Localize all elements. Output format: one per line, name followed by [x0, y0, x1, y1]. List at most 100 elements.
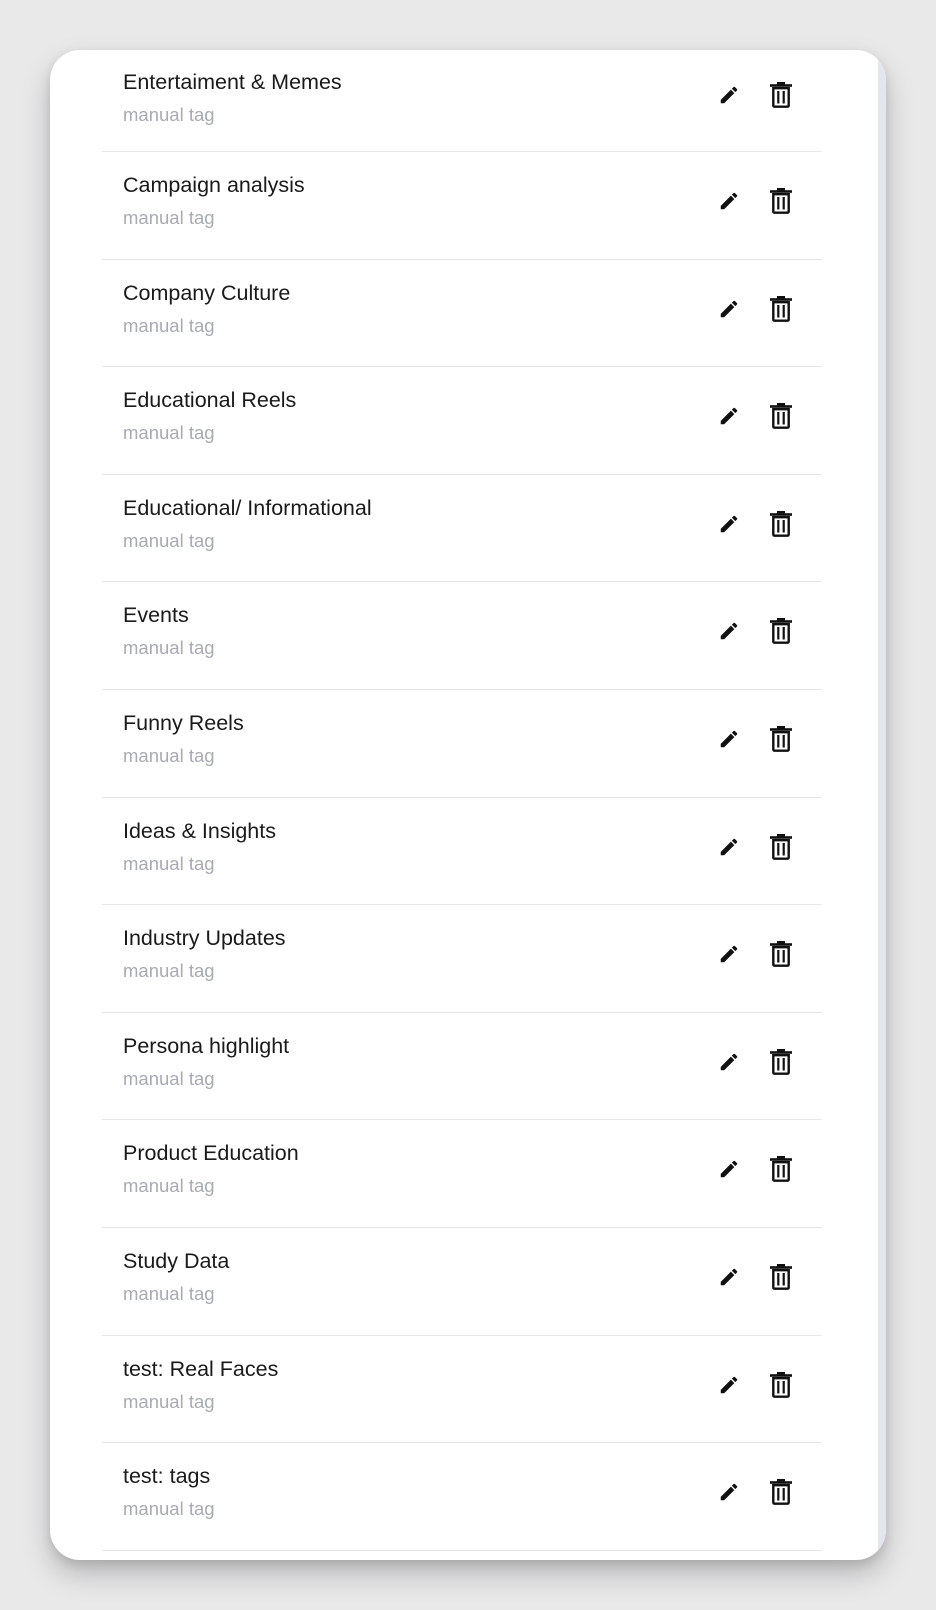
- delete-tag-button[interactable]: [764, 399, 798, 433]
- pencil-icon: [720, 300, 738, 317]
- trash-icon: [770, 1048, 792, 1075]
- tag-row: test: tags manual tag: [102, 1443, 822, 1551]
- pencil-icon: [720, 1268, 738, 1286]
- tag-type-label: manual tag: [123, 104, 215, 125]
- trash-icon: [770, 510, 792, 537]
- tag-actions: [712, 830, 798, 864]
- edit-tag-button[interactable]: [712, 937, 746, 971]
- trash-icon: [770, 1156, 792, 1183]
- tag-actions: [712, 1152, 798, 1186]
- tag-text: Study Data manual tag: [123, 1248, 229, 1305]
- trash-icon: [770, 403, 792, 430]
- tag-row: Study Data manual tag: [102, 1228, 822, 1336]
- delete-tag-button[interactable]: [764, 614, 798, 648]
- tag-actions: [712, 1260, 798, 1294]
- edit-tag-button[interactable]: [712, 78, 746, 112]
- tag-actions: [712, 1045, 798, 1079]
- edit-tag-button[interactable]: [712, 184, 746, 218]
- tag-type-label: manual tag: [123, 529, 215, 551]
- trash-icon: [770, 188, 792, 214]
- tag-name: Educational/ Informational: [123, 495, 372, 520]
- tag-row: Educational/ Informational manual tag: [102, 475, 822, 583]
- tag-actions: [712, 1368, 798, 1402]
- tag-text: Educational/ Informational manual tag: [123, 495, 372, 552]
- pencil-icon: [720, 730, 738, 748]
- tag-text: Ideas & Insights manual tag: [123, 818, 276, 875]
- delete-tag-button[interactable]: [764, 1152, 798, 1186]
- delete-tag-button[interactable]: [764, 1260, 798, 1294]
- edit-tag-button[interactable]: [712, 292, 746, 326]
- tag-actions: [712, 1475, 798, 1509]
- edit-tag-button[interactable]: [712, 614, 746, 648]
- pencil-icon: [720, 1376, 738, 1393]
- tag-name: Product Education: [123, 1141, 299, 1166]
- tag-type-label: manual tag: [123, 637, 215, 659]
- tag-actions: [712, 937, 798, 971]
- trash-icon: [770, 618, 792, 645]
- tag-row: Industry Updates manual tag: [102, 905, 822, 1013]
- edit-tag-button[interactable]: [712, 830, 746, 864]
- tag-text: Entertaiment & Memes manual tag: [123, 69, 342, 126]
- tag-type-label: manual tag: [123, 1067, 215, 1089]
- tag-name: Entertaiment & Memes: [123, 70, 342, 94]
- edit-tag-button[interactable]: [712, 1152, 746, 1186]
- tag-type-label: manual tag: [123, 1175, 215, 1197]
- trash-icon: [770, 1263, 792, 1290]
- edit-tag-button[interactable]: [712, 1368, 746, 1402]
- edit-tag-button[interactable]: [712, 1260, 746, 1294]
- tag-name: test: tags: [123, 1464, 211, 1489]
- tag-text: test: Real Faces manual tag: [123, 1356, 278, 1413]
- tag-name: Funny Reels: [123, 710, 244, 735]
- delete-tag-button[interactable]: [764, 937, 798, 971]
- edit-tag-button[interactable]: [712, 399, 746, 433]
- edit-tag-button[interactable]: [712, 722, 746, 756]
- tag-name: Company Culture: [123, 280, 291, 305]
- tag-text: Funny Reels manual tag: [123, 710, 244, 767]
- tag-text: Campaign analysis manual tag: [123, 172, 305, 229]
- delete-tag-button[interactable]: [764, 507, 798, 541]
- tag-actions: [712, 399, 798, 433]
- edit-tag-button[interactable]: [712, 1475, 746, 1509]
- tag-type-label: manual tag: [123, 1390, 215, 1412]
- tag-text: Events manual tag: [123, 602, 215, 659]
- edit-tag-button[interactable]: [712, 1045, 746, 1079]
- tag-name: test: Real Faces: [123, 1356, 279, 1381]
- delete-tag-button[interactable]: [764, 722, 798, 756]
- edit-tag-button[interactable]: [712, 507, 746, 541]
- delete-tag-button[interactable]: [764, 830, 798, 864]
- delete-tag-button[interactable]: [764, 1475, 798, 1509]
- trash-icon: [770, 941, 792, 968]
- tag-row: test: Real Faces manual tag: [102, 1336, 822, 1444]
- tag-actions: [712, 78, 798, 112]
- delete-tag-button[interactable]: [764, 184, 798, 218]
- tag-type-label: manual tag: [123, 744, 215, 766]
- pencil-icon: [720, 1053, 738, 1070]
- tag-list-card: Entertaiment & Memes manual tag Campaign…: [50, 50, 886, 1560]
- pencil-icon: [720, 1483, 738, 1501]
- tag-actions: [712, 507, 798, 541]
- trash-icon: [770, 833, 792, 860]
- delete-tag-button[interactable]: [764, 1368, 798, 1402]
- trash-icon: [770, 725, 792, 752]
- delete-tag-button[interactable]: [764, 292, 798, 326]
- trash-icon: [770, 82, 792, 108]
- tag-row: Product Education manual tag: [102, 1120, 822, 1228]
- tag-list: Entertaiment & Memes manual tag Campaign…: [102, 50, 822, 1551]
- tag-row: Company Culture manual tag: [102, 260, 822, 368]
- tag-actions: [712, 184, 798, 218]
- tag-row: Ideas & Insights manual tag: [102, 798, 822, 906]
- tag-type-label: manual tag: [123, 1498, 215, 1520]
- tag-actions: [712, 292, 798, 326]
- tag-text: Educational Reels manual tag: [123, 387, 296, 444]
- tag-name: Persona highlight: [123, 1033, 290, 1058]
- trash-icon: [770, 295, 792, 322]
- scrollbar-track[interactable]: [878, 50, 886, 1560]
- delete-tag-button[interactable]: [764, 78, 798, 112]
- tag-row: Persona highlight manual tag: [102, 1013, 822, 1121]
- tag-name: Ideas & Insights: [123, 818, 276, 843]
- pencil-icon: [720, 192, 738, 210]
- tag-text: Product Education manual tag: [123, 1140, 299, 1197]
- delete-tag-button[interactable]: [764, 1045, 798, 1079]
- trash-icon: [770, 1479, 792, 1506]
- tag-name: Study Data: [123, 1248, 230, 1273]
